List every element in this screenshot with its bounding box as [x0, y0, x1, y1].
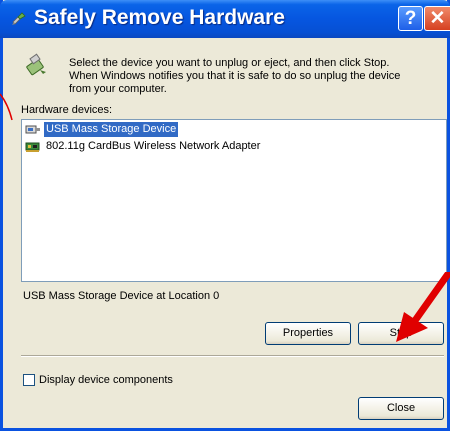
- hardware-devices-label: Hardware devices:: [21, 104, 113, 116]
- list-item-wireless-adapter[interactable]: 802.11g CardBus Wireless Network Adapter: [25, 139, 262, 154]
- red-arrow-annotation: [396, 272, 450, 342]
- close-icon: ✕: [429, 8, 446, 29]
- window-title: Safely Remove Hardware: [34, 6, 285, 29]
- title-bar[interactable]: Safely Remove Hardware ? ✕: [0, 0, 450, 38]
- safely-remove-hardware-dialog: Safely Remove Hardware ? ✕ Select the de…: [0, 0, 450, 431]
- close-button[interactable]: Close: [358, 397, 444, 420]
- device-location-text: USB Mass Storage Device at Location 0: [23, 290, 220, 302]
- display-device-components-option[interactable]: Display device components: [23, 374, 173, 386]
- safely-remove-hardware-icon: [12, 12, 26, 25]
- hardware-eject-icon: [26, 53, 46, 76]
- device-name: 802.11g CardBus Wireless Network Adapter: [46, 140, 261, 152]
- network-adapter-icon: [25, 142, 40, 152]
- instructions-text: Select the device you want to unplug or …: [69, 57, 401, 95]
- device-name: USB Mass Storage Device: [44, 122, 179, 137]
- hardware-devices-list[interactable]: USB Mass Storage Device 802.11g CardBus …: [21, 119, 447, 282]
- red-annotation-line: [0, 93, 13, 121]
- help-icon: ?: [404, 8, 417, 29]
- list-item-usb-mass-storage[interactable]: USB Mass Storage Device: [25, 122, 179, 137]
- properties-button[interactable]: Properties: [265, 322, 351, 345]
- checkbox-label: Display device components: [39, 374, 173, 386]
- display-device-components-checkbox[interactable]: [23, 374, 35, 386]
- separator: [21, 355, 444, 357]
- title-close-button[interactable]: ✕: [424, 6, 450, 31]
- usb-device-icon: [25, 125, 40, 134]
- help-button[interactable]: ?: [398, 6, 423, 31]
